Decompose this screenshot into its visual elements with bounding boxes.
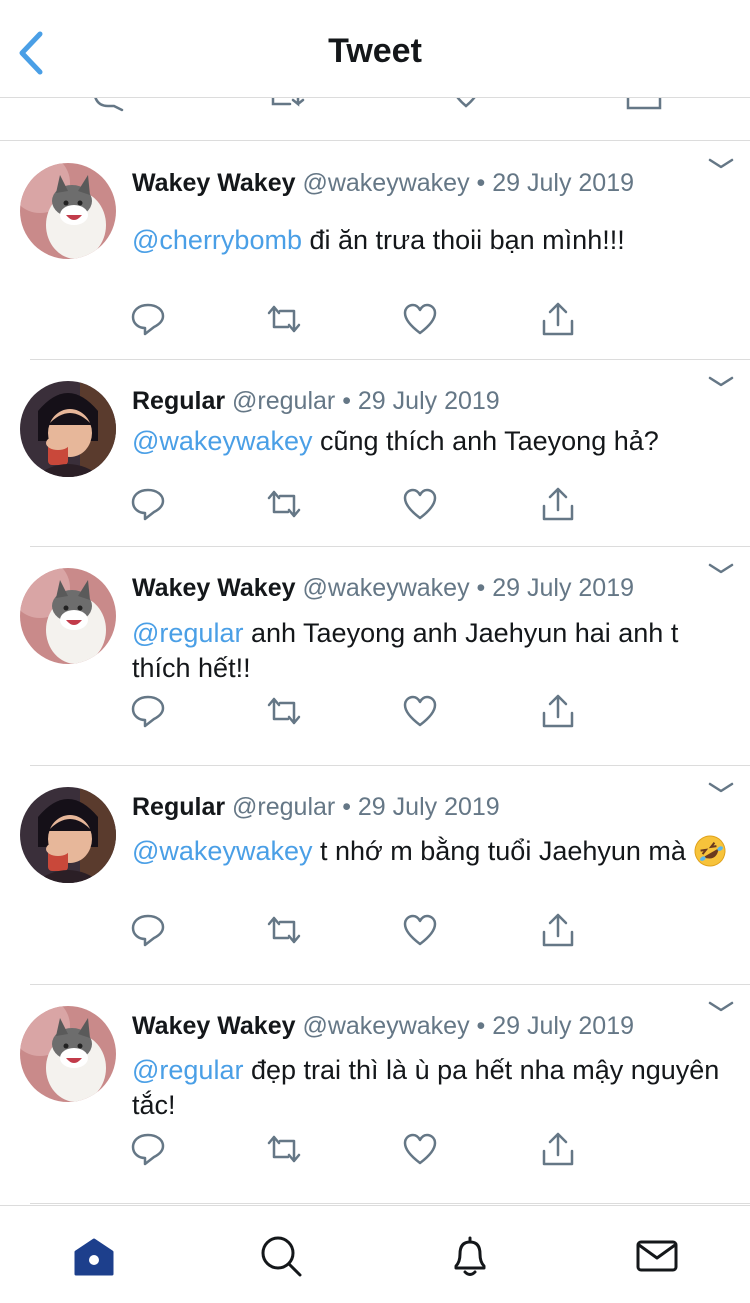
rolling-laughing-emoji xyxy=(694,835,726,867)
timestamp[interactable]: 29 July 2019 xyxy=(492,1012,634,1040)
timestamp[interactable]: 29 July 2019 xyxy=(492,574,634,602)
separator: • xyxy=(469,169,493,197)
display-name[interactable]: Wakey Wakey xyxy=(132,169,296,197)
retweet-icon[interactable] xyxy=(266,1131,302,1167)
search-icon[interactable] xyxy=(259,1234,303,1278)
tweet-header: Wakey Wakey @wakeywakey • 29 July 2019 xyxy=(132,1012,634,1041)
retweet-icon[interactable] xyxy=(266,912,302,948)
username[interactable]: @wakeywakey xyxy=(302,574,469,602)
mention-link[interactable]: @cherrybomb xyxy=(132,225,302,255)
tweet-body-text: t nhớ m bằng tuổi Jaehyun mà xyxy=(312,836,694,866)
retweet-icon[interactable] xyxy=(266,693,302,729)
previous-tweet-actions xyxy=(0,98,750,141)
reply-icon[interactable] xyxy=(130,1131,166,1167)
tweet[interactable]: Regular @regular • 29 July 2019 @wakeywa… xyxy=(0,360,750,547)
timestamp[interactable]: 29 July 2019 xyxy=(492,169,634,197)
separator: • xyxy=(469,574,493,602)
page-title: Tweet xyxy=(328,32,422,70)
messages-icon[interactable] xyxy=(635,1234,679,1278)
reply-icon[interactable] xyxy=(130,693,166,729)
share-icon[interactable] xyxy=(540,693,576,729)
tweet-text: @regular anh Taeyong anh Jaehyun hai anh… xyxy=(132,616,732,686)
retweet-icon[interactable] xyxy=(268,98,308,112)
timestamp[interactable]: 29 July 2019 xyxy=(358,387,500,415)
display-name[interactable]: Regular xyxy=(132,387,225,415)
mention-link[interactable]: @regular xyxy=(132,1055,243,1085)
cat-avatar[interactable] xyxy=(20,1006,116,1102)
navigation-bar: Tweet xyxy=(0,0,750,98)
like-icon[interactable] xyxy=(402,301,438,337)
username[interactable]: @regular xyxy=(232,793,335,821)
reply-icon[interactable] xyxy=(130,301,166,337)
tweet-text: @cherrybomb đi ăn trưa thoii bạn mình!!! xyxy=(132,223,732,258)
separator: • xyxy=(469,1012,493,1040)
tweet-actions xyxy=(130,1131,590,1171)
chevron-down-icon[interactable] xyxy=(708,781,734,795)
cartoon-girl-avatar[interactable] xyxy=(20,381,116,477)
tweet-text: @regular đẹp trai thì là ù pa hết nha mậ… xyxy=(132,1053,732,1123)
like-icon[interactable] xyxy=(402,1131,438,1167)
username[interactable]: @regular xyxy=(232,387,335,415)
reply-icon[interactable] xyxy=(130,912,166,948)
tweet-actions xyxy=(130,486,590,526)
divider xyxy=(30,1203,750,1204)
tweet-actions xyxy=(130,301,590,341)
reply-thread: Wakey Wakey @wakeywakey • 29 July 2019 @… xyxy=(0,141,750,1204)
tweet[interactable]: Regular @regular • 29 July 2019 @wakeywa… xyxy=(0,766,750,985)
like-icon[interactable] xyxy=(446,98,486,112)
tab-bar xyxy=(0,1205,750,1303)
tweet-actions xyxy=(130,693,590,733)
share-icon[interactable] xyxy=(540,486,576,522)
chevron-down-icon[interactable] xyxy=(708,1000,734,1014)
share-icon[interactable] xyxy=(540,1131,576,1167)
tweet-header: Regular @regular • 29 July 2019 xyxy=(132,387,500,416)
tweet[interactable]: Wakey Wakey @wakeywakey • 29 July 2019 @… xyxy=(0,141,750,360)
timestamp[interactable]: 29 July 2019 xyxy=(358,793,500,821)
tweet-text: @wakeywakey cũng thích anh Taeyong hả? xyxy=(132,424,732,459)
display-name[interactable]: Wakey Wakey xyxy=(132,1012,296,1040)
mention-link[interactable]: @regular xyxy=(132,618,243,648)
mention-link[interactable]: @wakeywakey xyxy=(132,426,312,456)
chevron-down-icon[interactable] xyxy=(708,157,734,171)
username[interactable]: @wakeywakey xyxy=(302,169,469,197)
tweet-text: @wakeywakey t nhớ m bằng tuổi Jaehyun mà xyxy=(132,834,732,869)
share-icon[interactable] xyxy=(624,98,664,112)
separator: • xyxy=(335,793,358,821)
share-icon[interactable] xyxy=(540,912,576,948)
share-icon[interactable] xyxy=(540,301,576,337)
tweet-actions xyxy=(130,912,590,952)
notifications-icon[interactable] xyxy=(448,1234,492,1278)
chevron-down-icon[interactable] xyxy=(708,375,734,389)
home-icon[interactable] xyxy=(72,1234,116,1278)
chevron-down-icon[interactable] xyxy=(708,562,734,576)
mention-link[interactable]: @wakeywakey xyxy=(132,836,312,866)
cat-avatar[interactable] xyxy=(20,163,116,259)
like-icon[interactable] xyxy=(402,912,438,948)
tweet[interactable]: Wakey Wakey @wakeywakey • 29 July 2019 @… xyxy=(0,547,750,766)
username[interactable]: @wakeywakey xyxy=(302,1012,469,1040)
reply-icon[interactable] xyxy=(130,486,166,522)
tweet[interactable]: Wakey Wakey @wakeywakey • 29 July 2019 @… xyxy=(0,985,750,1204)
like-icon[interactable] xyxy=(402,693,438,729)
tweet-header: Wakey Wakey @wakeywakey • 29 July 2019 xyxy=(132,169,634,198)
retweet-icon[interactable] xyxy=(266,486,302,522)
tweet-header: Wakey Wakey @wakeywakey • 29 July 2019 xyxy=(132,574,634,603)
tweet-body-text: cũng thích anh Taeyong hả? xyxy=(312,426,659,456)
reply-icon[interactable] xyxy=(88,98,128,112)
display-name[interactable]: Regular xyxy=(132,793,225,821)
separator: • xyxy=(335,387,358,415)
display-name[interactable]: Wakey Wakey xyxy=(132,574,296,602)
cartoon-girl-avatar[interactable] xyxy=(20,787,116,883)
tweet-body-text: đi ăn trưa thoii bạn mình!!! xyxy=(301,225,625,255)
tweet-header: Regular @regular • 29 July 2019 xyxy=(132,793,500,822)
like-icon[interactable] xyxy=(402,486,438,522)
cat-avatar[interactable] xyxy=(20,568,116,664)
retweet-icon[interactable] xyxy=(266,301,302,337)
